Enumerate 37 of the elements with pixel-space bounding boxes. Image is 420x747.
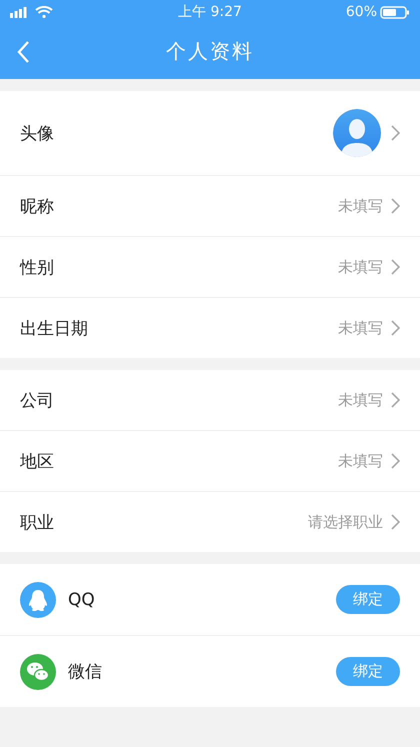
row-value: 未填写 <box>338 318 383 338</box>
settings-row[interactable]: 公司 未填写 <box>0 370 420 431</box>
account-name: QQ <box>68 590 96 610</box>
row-label: 出生日期 <box>20 318 89 340</box>
settings-row[interactable]: 职业 请选择职业 <box>0 492 420 552</box>
account-name: 微信 <box>68 661 103 683</box>
settings-row[interactable]: 地区 未填写 <box>0 431 420 492</box>
back-button[interactable] <box>16 40 30 64</box>
row-value: 未填写 <box>338 452 383 470</box>
chevron-right-icon <box>391 514 400 530</box>
battery-icon <box>380 6 410 18</box>
row-label: 昵称 <box>20 196 55 218</box>
settings-row[interactable]: 性别 未填写 <box>0 237 420 298</box>
page-title: 个人资料 <box>166 38 254 65</box>
row-label: 地区 <box>20 450 55 472</box>
chevron-right-icon <box>391 320 400 336</box>
row-label: 性别 <box>20 256 55 278</box>
status-time: 上午 9:27 <box>178 3 242 21</box>
settings-row[interactable]: 头像 <box>0 91 420 176</box>
penguin-icon <box>20 582 56 618</box>
row-value: 未填写 <box>338 196 383 216</box>
settings-row[interactable]: 昵称 未填写 <box>0 176 420 237</box>
battery-percent: 60% <box>346 4 377 20</box>
avatar-icon <box>333 109 381 157</box>
chevron-right-icon <box>391 125 400 141</box>
row-value: 未填写 <box>338 390 383 410</box>
chevron-right-icon <box>391 198 400 214</box>
row-label: 职业 <box>20 512 55 534</box>
settings-row[interactable]: 出生日期 未填写 <box>0 298 420 358</box>
row-value: 未填写 <box>338 258 383 276</box>
chat-bubbles-icon <box>20 654 56 690</box>
chevron-right-icon <box>391 392 400 408</box>
row-label: 头像 <box>20 122 55 144</box>
chevron-right-icon <box>391 453 400 469</box>
row-label: 公司 <box>20 390 55 412</box>
row-value: 请选择职业 <box>308 512 383 532</box>
chevron-right-icon <box>391 259 400 275</box>
